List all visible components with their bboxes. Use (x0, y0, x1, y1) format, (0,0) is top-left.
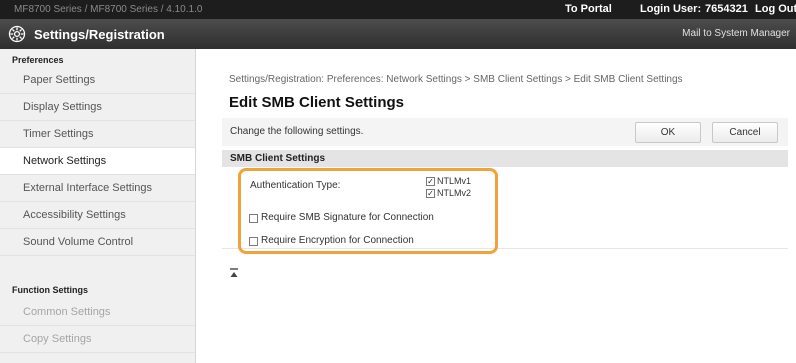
sidebar-item-network-settings[interactable]: Network Settings (0, 148, 195, 175)
sidebar-item-paper-settings[interactable]: Paper Settings (0, 67, 195, 94)
page-title: Edit SMB Client Settings (229, 94, 405, 111)
mail-to-system-manager-link[interactable]: Mail to System Manager (682, 28, 790, 39)
device-name: MF8700 Series / MF8700 Series / 4.10.1.0 (14, 4, 203, 15)
title-bar: Settings/Registration Mail to System Man… (0, 19, 796, 49)
sidebar-item-sound-volume-control[interactable]: Sound Volume Control (0, 229, 195, 256)
section-title: SMB Client Settings (230, 153, 326, 164)
instruction-text: Change the following settings. (230, 126, 364, 137)
sidebar: Preferences Paper Settings Display Setti… (0, 49, 196, 363)
sidebar-item-display-settings[interactable]: Display Settings (0, 94, 195, 121)
sidebar-item-copy-settings[interactable]: Copy Settings (0, 326, 195, 353)
instruction-row: Change the following settings. OK Cancel (222, 118, 788, 146)
sidebar-item-common-settings[interactable]: Common Settings (0, 299, 195, 326)
logout-link[interactable]: Log Out (755, 3, 796, 15)
page-header-title: Settings/Registration (34, 27, 165, 42)
login-user-label: Login User: (640, 3, 702, 15)
sidebar-heading-function-settings: Function Settings (12, 285, 88, 295)
top-bar: MF8700 Series / MF8700 Series / 4.10.1.0… (0, 0, 796, 19)
back-to-top-icon[interactable] (229, 268, 239, 278)
cancel-button[interactable]: Cancel (712, 122, 778, 143)
sidebar-item-external-interface-settings[interactable]: External Interface Settings (0, 175, 195, 202)
ok-button[interactable]: OK (635, 122, 701, 143)
section-header: SMB Client Settings (222, 150, 788, 167)
settings-gear-icon (8, 25, 26, 43)
to-portal-link[interactable]: To Portal (565, 3, 612, 15)
breadcrumb: Settings/Registration: Preferences: Netw… (229, 74, 683, 85)
callout-highlight-box (238, 168, 498, 254)
sidebar-item-accessibility-settings[interactable]: Accessibility Settings (0, 202, 195, 229)
login-user-id: 7654321 (705, 3, 748, 15)
sidebar-heading-preferences: Preferences (12, 55, 64, 65)
sidebar-item-timer-settings[interactable]: Timer Settings (0, 121, 195, 148)
